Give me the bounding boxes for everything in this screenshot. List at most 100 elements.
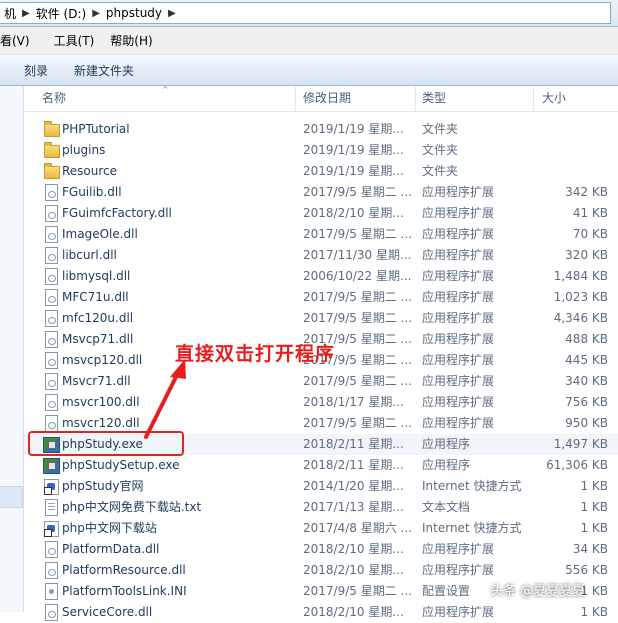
- sort-ascending-icon: ^: [162, 85, 169, 94]
- column-divider[interactable]: [533, 86, 534, 111]
- dll-file-icon: [43, 226, 59, 243]
- file-name: Msvcr71.dll: [62, 374, 131, 388]
- file-row[interactable]: php中文网免费下载站.txt 2017/1/13 星期... 文本文档 1 KB: [24, 497, 618, 518]
- file-type: 应用程序扩展: [422, 311, 495, 325]
- address-bar: 机 ▶ 软件 (D:) ▶ phpstudy ▶: [0, 0, 618, 27]
- file-type: Internet 快捷方式: [422, 479, 522, 493]
- file-row[interactable]: FGuimfcFactory.dll 2018/2/10 星期... 应用程序扩展 4…: [24, 203, 618, 224]
- file-row[interactable]: FGuilib.dll 2017/9/5 星期二 ... 应用程序扩展 342 KB: [24, 182, 618, 203]
- file-size: 1 KB: [580, 479, 608, 493]
- file-size: 1 KB: [580, 605, 608, 619]
- menu-help[interactable]: 帮助(H): [102, 32, 160, 49]
- file-size: 756 KB: [565, 395, 608, 409]
- file-name: ImageOle.dll: [62, 227, 138, 241]
- column-header-size[interactable]: 大小: [542, 86, 566, 111]
- file-row[interactable]: Msvcr71.dll 2017/9/5 星期二 ... 应用程序扩展 340 KB: [24, 371, 618, 392]
- dll-file-icon: [43, 331, 59, 348]
- file-size: 950 KB: [565, 416, 608, 430]
- folder-icon: [43, 163, 60, 180]
- annotation-text: 直接双击打开程序: [175, 343, 336, 365]
- file-row[interactable]: mfc120u.dll 2017/9/5 星期二 ... 应用程序扩展 4,346 K…: [24, 308, 618, 329]
- file-type: 应用程序: [422, 437, 471, 451]
- file-date: 2006/10/22 星期...: [303, 269, 412, 283]
- breadcrumb-separator-icon[interactable]: ▶: [166, 8, 178, 19]
- file-row[interactable]: phpStudySetup.exe 2018/2/11 星期... 应用程序 61,3…: [24, 455, 618, 476]
- file-type: 应用程序扩展: [422, 248, 495, 262]
- breadcrumb-phpstudy[interactable]: phpstudy: [102, 6, 166, 20]
- column-header-name[interactable]: 名称: [42, 86, 66, 111]
- file-size: 1 KB: [580, 521, 608, 535]
- file-name: msvcp120.dll: [62, 353, 143, 367]
- exe-file-icon: [43, 457, 60, 474]
- file-row[interactable]: Resource 2019/1/19 星期... 文件夹: [24, 161, 618, 182]
- navigation-pane[interactable]: [0, 86, 24, 612]
- file-type: 应用程序扩展: [422, 395, 495, 409]
- file-date: 2017/1/13 星期...: [303, 500, 404, 514]
- breadcrumb[interactable]: 机 ▶ 软件 (D:) ▶ phpstudy ▶: [0, 2, 611, 24]
- file-date: 2018/2/10 星期...: [303, 605, 404, 619]
- file-date: 2017/9/5 星期二 ...: [303, 416, 412, 430]
- file-type: 应用程序扩展: [422, 290, 495, 304]
- file-name: phpStudySetup.exe: [62, 458, 180, 472]
- breadcrumb-computer[interactable]: 机: [0, 5, 20, 22]
- file-size: 342 KB: [565, 185, 608, 199]
- file-date: 2018/2/10 星期...: [303, 563, 404, 577]
- dll-file-icon: [43, 373, 59, 390]
- breadcrumb-separator-icon[interactable]: ▶: [90, 8, 102, 19]
- watermark: 头条 @夏夏夏夏: [490, 584, 586, 599]
- new-folder-button[interactable]: 新建文件夹: [60, 62, 146, 79]
- file-type: 应用程序扩展: [422, 416, 495, 430]
- file-row[interactable]: ImageOle.dll 2017/9/5 星期二 ... 应用程序扩展 70 KB: [24, 224, 618, 245]
- file-date: 2018/2/11 星期...: [303, 458, 404, 472]
- file-type: 应用程序: [422, 458, 471, 472]
- burn-button[interactable]: 刻录: [0, 62, 60, 79]
- file-date: 2018/2/10 星期...: [303, 542, 404, 556]
- dll-file-icon: [43, 415, 59, 432]
- file-name: mfc120u.dll: [62, 311, 134, 325]
- column-header-type[interactable]: 类型: [422, 86, 446, 111]
- file-type: 应用程序扩展: [422, 605, 495, 619]
- file-row[interactable]: libmysql.dll 2006/10/22 星期... 应用程序扩展 1,484 …: [24, 266, 618, 287]
- file-date: 2017/4/8 星期六 ...: [303, 521, 412, 535]
- column-header-date[interactable]: 修改日期: [303, 86, 351, 111]
- file-row[interactable]: PlatformData.dll 2018/2/10 星期... 应用程序扩展 34 …: [24, 539, 618, 560]
- file-type: 应用程序扩展: [422, 542, 495, 556]
- file-row[interactable]: php中文网下载站 2017/4/8 星期六 ... Internet 快捷方式 1 …: [24, 518, 618, 539]
- file-size: 61,306 KB: [546, 458, 608, 472]
- file-row[interactable]: PHPTutorial 2019/1/19 星期... 文件夹: [24, 119, 618, 140]
- file-name: msvcr100.dll: [62, 395, 140, 409]
- breadcrumb-drive-d[interactable]: 软件 (D:): [32, 5, 90, 22]
- file-date: 2017/9/5 星期二 ...: [303, 311, 412, 325]
- file-row[interactable]: PlatformResource.dll 2018/2/10 星期... 应用程序扩…: [24, 560, 618, 581]
- file-row[interactable]: phpStudy官网 2014/1/20 星期... Internet 快捷方式 1 …: [24, 476, 618, 497]
- file-row[interactable]: MFC71u.dll 2017/9/5 星期二 ... 应用程序扩展 1,023 KB: [24, 287, 618, 308]
- file-date: 2019/1/19 星期...: [303, 122, 404, 136]
- file-type: 应用程序扩展: [422, 206, 495, 220]
- file-row[interactable]: msvcr100.dll 2018/1/17 星期... 应用程序扩展 756 KB: [24, 392, 618, 413]
- file-name: php中文网下载站: [62, 521, 157, 535]
- breadcrumb-separator-icon[interactable]: ▶: [20, 8, 32, 19]
- dll-file-icon: [43, 268, 59, 285]
- file-name: PlatformToolsLink.INI: [62, 584, 187, 598]
- file-row[interactable]: plugins 2019/1/19 星期... 文件夹: [24, 140, 618, 161]
- file-type: 文本文档: [422, 500, 471, 514]
- file-name: phpStudy官网: [62, 479, 144, 493]
- file-size: 41 KB: [572, 206, 608, 220]
- file-row[interactable]: libcurl.dll 2017/11/30 星期... 应用程序扩展 320 KB: [24, 245, 618, 266]
- file-name: ServiceCore.dll: [62, 605, 153, 619]
- file-row[interactable]: ServiceCore.dll 2018/2/10 星期... 应用程序扩展 1 KB: [24, 602, 618, 623]
- file-name: PlatformResource.dll: [62, 563, 186, 577]
- file-name: FGuimfcFactory.dll: [62, 206, 172, 220]
- file-type: Internet 快捷方式: [422, 521, 522, 535]
- dll-file-icon: [43, 541, 59, 558]
- menu-tools[interactable]: 工具(T): [38, 32, 103, 49]
- file-name: libmysql.dll: [62, 269, 131, 283]
- file-type: 配置设置: [422, 584, 471, 598]
- file-name: php中文网免费下载站.txt: [62, 500, 202, 514]
- file-size: 340 KB: [565, 374, 608, 388]
- file-type: 应用程序扩展: [422, 353, 495, 367]
- menu-view[interactable]: 看(V): [0, 32, 38, 49]
- column-divider[interactable]: [415, 86, 416, 111]
- column-divider[interactable]: [295, 86, 296, 111]
- navigation-selected-item[interactable]: [0, 486, 23, 508]
